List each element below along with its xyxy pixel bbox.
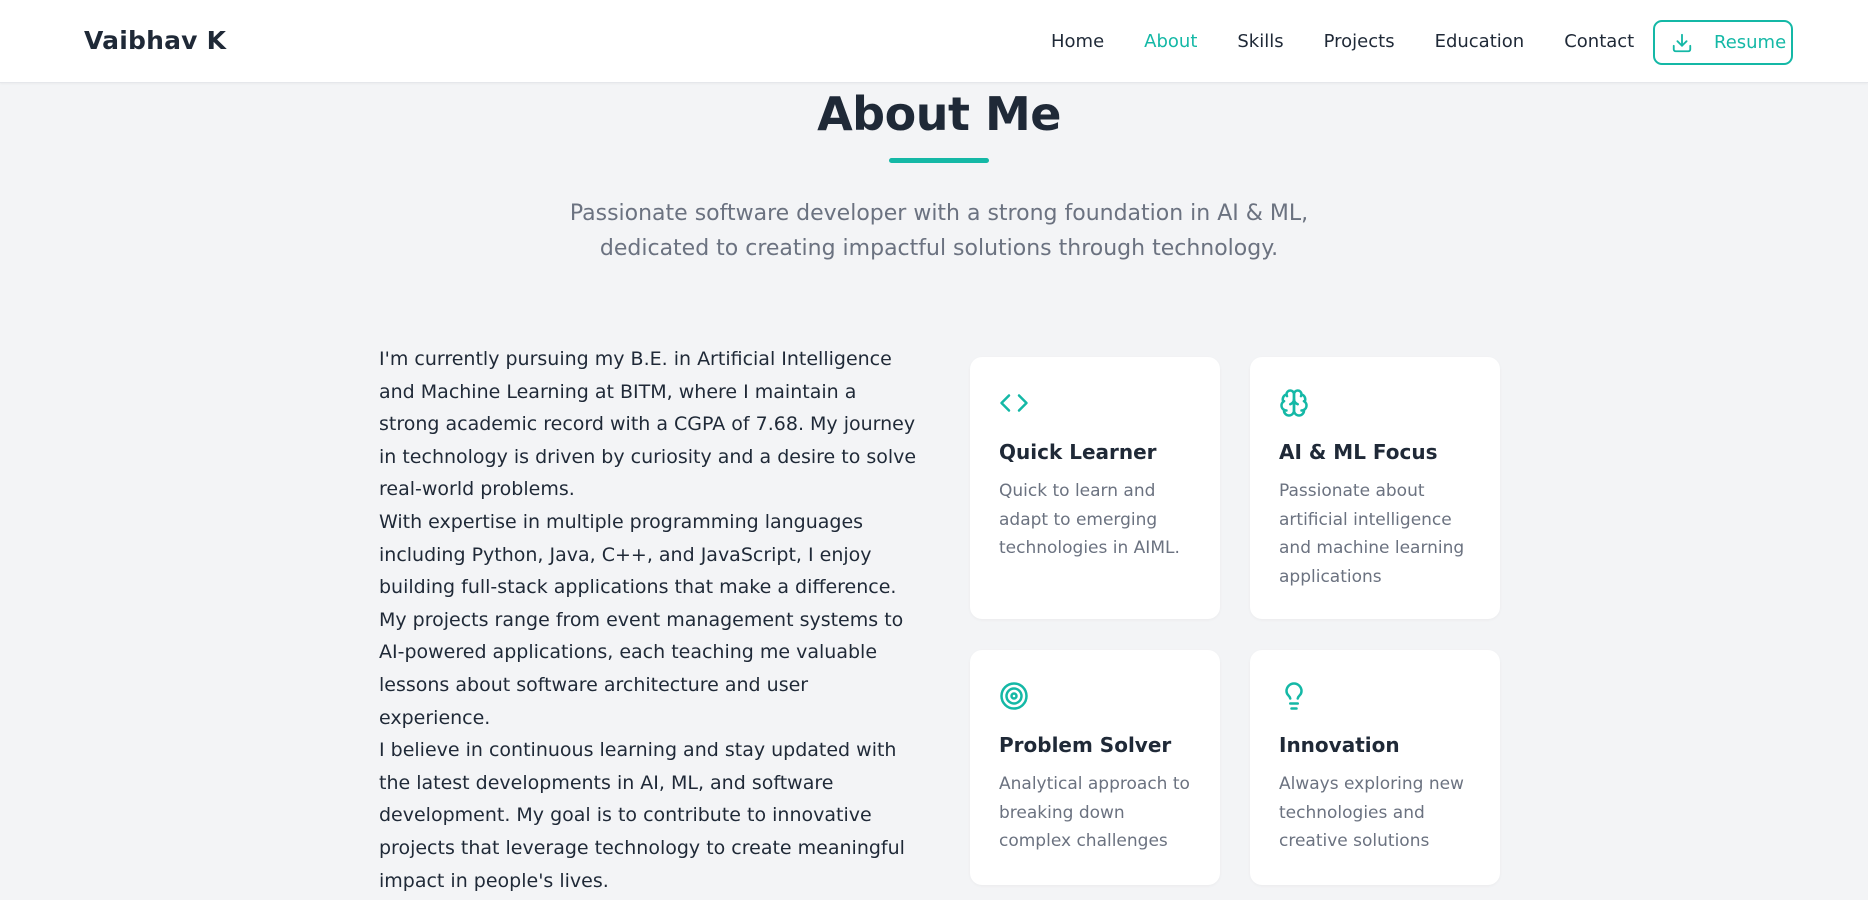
about-paragraph: I'm currently pursuing my B.E. in Artifi… <box>379 348 917 501</box>
card-description: Analytical approach to breaking down com… <box>999 774 1190 851</box>
about-paragraph: I believe in continuous learning and sta… <box>379 739 905 892</box>
lightbulb-icon <box>1279 681 1309 711</box>
brand-logo[interactable]: Vaibhav K <box>84 24 226 58</box>
section-subtitle: Passionate software developer with a str… <box>569 201 1309 261</box>
page-title: About Me <box>817 87 1061 141</box>
feature-card-ai-ml-focus: AI & ML Focus Passionate about artificia… <box>1250 357 1500 619</box>
target-icon <box>999 681 1029 711</box>
nav-link-education[interactable]: Education <box>1435 30 1525 54</box>
card-title: Problem Solver <box>999 733 1172 757</box>
nav-links: Home About Skills Projects Education Con… <box>1051 0 1674 83</box>
navbar: Vaibhav K Home About Skills Projects Edu… <box>0 0 1868 83</box>
resume-button-label: Resume <box>1714 32 1787 53</box>
card-description: Passionate about artificial intelligence… <box>1279 481 1465 587</box>
nav-link-contact[interactable]: Contact <box>1564 30 1634 54</box>
resume-button[interactable]: Resume <box>1653 20 1793 65</box>
card-description: Quick to learn and adapt to emerging tec… <box>999 481 1180 558</box>
nav-link-about[interactable]: About <box>1144 30 1197 54</box>
card-title: Quick Learner <box>999 440 1157 464</box>
nav-link-skills[interactable]: Skills <box>1237 30 1283 54</box>
about-text: I'm currently pursuing my B.E. in Artifi… <box>379 343 919 897</box>
feature-card-innovation: Innovation Always exploring new technolo… <box>1250 650 1500 885</box>
title-underline <box>889 158 989 163</box>
nav-link-projects[interactable]: Projects <box>1324 30 1395 54</box>
code-icon <box>999 388 1029 418</box>
download-icon <box>1671 32 1693 54</box>
card-title: AI & ML Focus <box>1279 440 1438 464</box>
feature-card-quick-learner: Quick Learner Quick to learn and adapt t… <box>970 357 1220 619</box>
about-paragraph: With expertise in multiple programming l… <box>379 510 904 729</box>
card-description: Always exploring new technologies and cr… <box>1279 774 1464 851</box>
feature-card-problem-solver: Problem Solver Analytical approach to br… <box>970 650 1220 885</box>
brain-icon <box>1279 388 1309 418</box>
nav-link-home[interactable]: Home <box>1051 30 1104 54</box>
card-title: Innovation <box>1279 733 1400 757</box>
